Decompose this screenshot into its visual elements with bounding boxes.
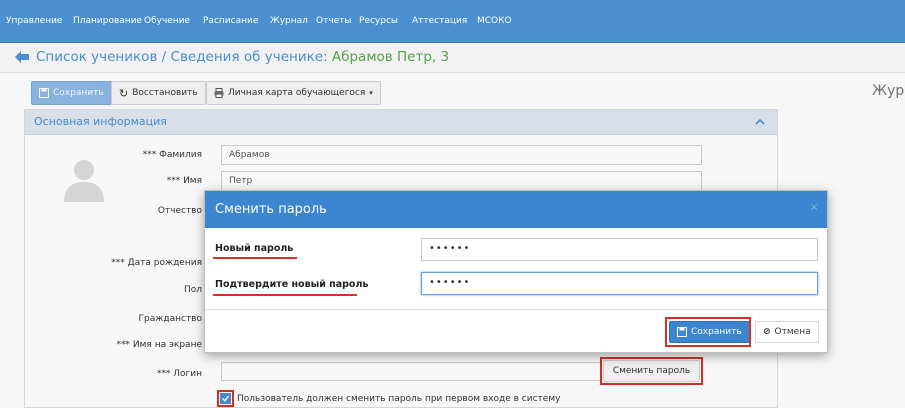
top-navigation: Управление Планирование Обучение Расписа… [0,0,905,43]
change-password-dialog: Сменить пароль × Новый пароль •••••• Под… [204,190,828,353]
new-password-input[interactable]: •••••• [421,238,818,261]
nav-item-education[interactable]: Обучение [144,16,190,26]
close-icon[interactable]: × [810,202,818,213]
nav-item-journal[interactable]: Журнал [270,16,308,26]
dialog-header: Сменить пароль × [205,191,827,228]
page-title: Список учеников / Сведения об ученике: А… [36,49,449,65]
nav-item-planning[interactable]: Планирование [73,16,142,26]
cancel-icon: ⊘ [763,327,771,337]
dialog-divider [205,309,827,310]
nav-item-attestation[interactable]: Аттестация [412,16,467,26]
nav-item-msoko[interactable]: МСОКО [477,16,512,26]
dialog-title: Сменить пароль [215,202,327,217]
nav-item-management[interactable]: Управление [6,16,62,26]
confirm-password-underline [213,294,357,296]
nav-item-reports[interactable]: Отчеты [316,16,352,26]
student-name: Абрамов Петр, 3 [331,49,450,65]
new-password-underline [213,257,297,259]
highlight-save [665,317,751,347]
confirm-password-input[interactable]: •••••• [421,272,818,295]
new-password-label: Новый пароль [215,243,294,254]
dialog-cancel-button[interactable]: ⊘ Отмена [755,321,819,343]
dialog-cancel-label: Отмена [774,327,811,337]
page-title-bar: Список учеников / Сведения об ученике: А… [0,43,905,73]
confirm-password-label: Подтвердите новый пароль [215,279,369,290]
nav-item-resources[interactable]: Ресурсы [359,16,398,26]
nav-item-schedule[interactable]: Расписание [203,16,258,26]
back-arrow-icon[interactable] [14,50,30,64]
breadcrumb: Список учеников / Сведения об ученике: [36,49,332,65]
